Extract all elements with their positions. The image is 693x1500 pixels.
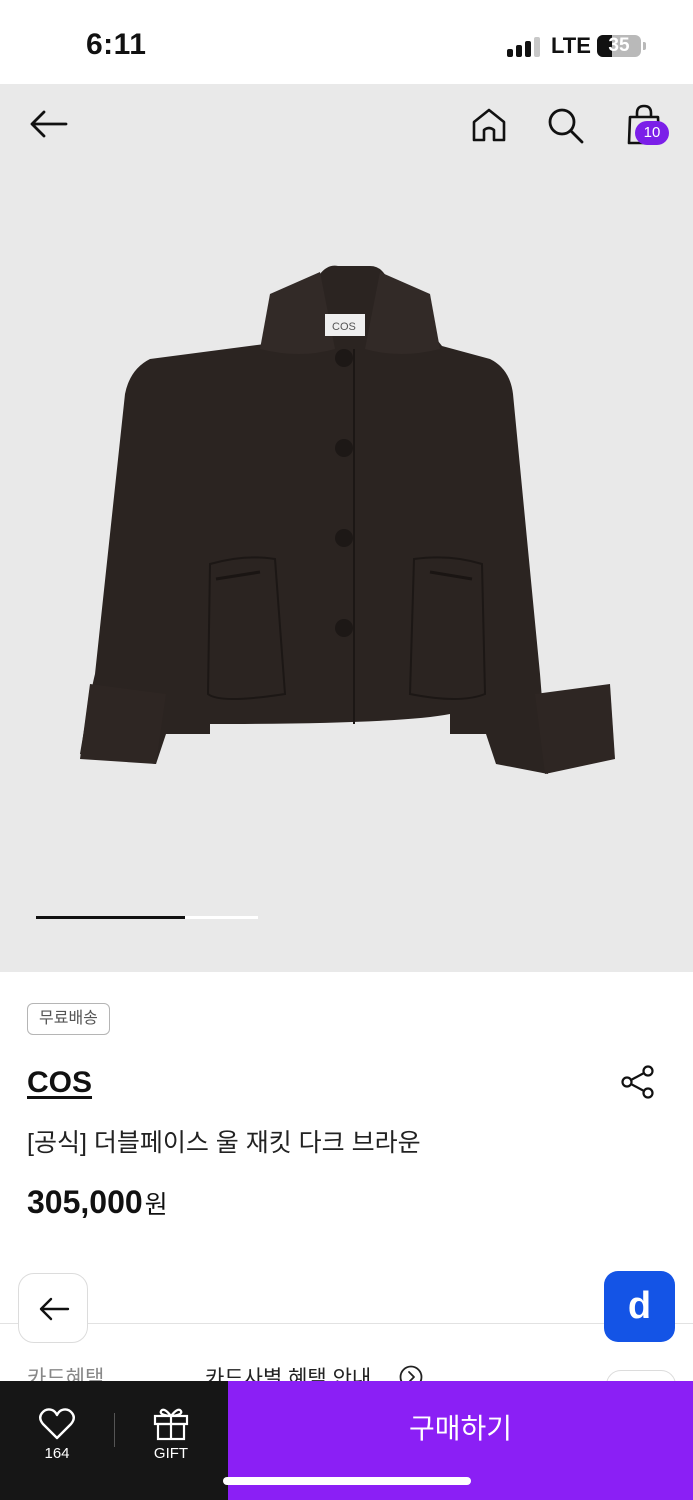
free-shipping-badge: 무료배송 bbox=[27, 1003, 110, 1035]
product-image-gallery[interactable]: COS bbox=[0, 84, 693, 972]
status-time: 6:11 bbox=[86, 28, 147, 61]
arrow-left-icon bbox=[39, 1297, 70, 1321]
battery-level: 35 bbox=[608, 35, 630, 56]
gallery-pager bbox=[36, 916, 258, 919]
price-value: 305,000 bbox=[27, 1184, 143, 1220]
svg-text:COS: COS bbox=[332, 321, 356, 333]
home-indicator bbox=[223, 1477, 471, 1485]
cart-count-badge: 10 bbox=[635, 121, 669, 145]
signal-icon bbox=[507, 37, 543, 57]
product-price: 305,000원 bbox=[27, 1184, 168, 1221]
heart-icon bbox=[39, 1408, 75, 1440]
product-name: [공식] 더블페이스 울 재킷 다크 브라운 bbox=[27, 1129, 421, 1157]
section-divider bbox=[0, 1323, 693, 1324]
like-count: 164 bbox=[44, 1445, 70, 1462]
home-icon[interactable] bbox=[470, 106, 508, 144]
search-icon[interactable] bbox=[546, 106, 586, 146]
battery-icon: 35 bbox=[597, 35, 641, 57]
gallery-pager-progress bbox=[36, 916, 185, 919]
network-label: LTE bbox=[551, 33, 591, 58]
d-app-button[interactable]: d bbox=[604, 1271, 675, 1342]
status-bar: 6:11 LTE 35 bbox=[0, 0, 693, 84]
gift-button[interactable]: GIFT bbox=[115, 1381, 227, 1500]
price-unit: 원 bbox=[144, 1191, 168, 1219]
floating-back-button[interactable] bbox=[18, 1273, 88, 1343]
back-button[interactable] bbox=[28, 108, 68, 140]
gift-label: GIFT bbox=[153, 1445, 189, 1462]
share-icon[interactable] bbox=[620, 1064, 656, 1100]
gift-icon bbox=[153, 1408, 189, 1441]
like-button[interactable]: 164 bbox=[0, 1381, 114, 1500]
product-image: COS bbox=[80, 265, 615, 774]
brand-link[interactable]: COS bbox=[27, 1066, 92, 1100]
battery-nub bbox=[643, 42, 646, 50]
